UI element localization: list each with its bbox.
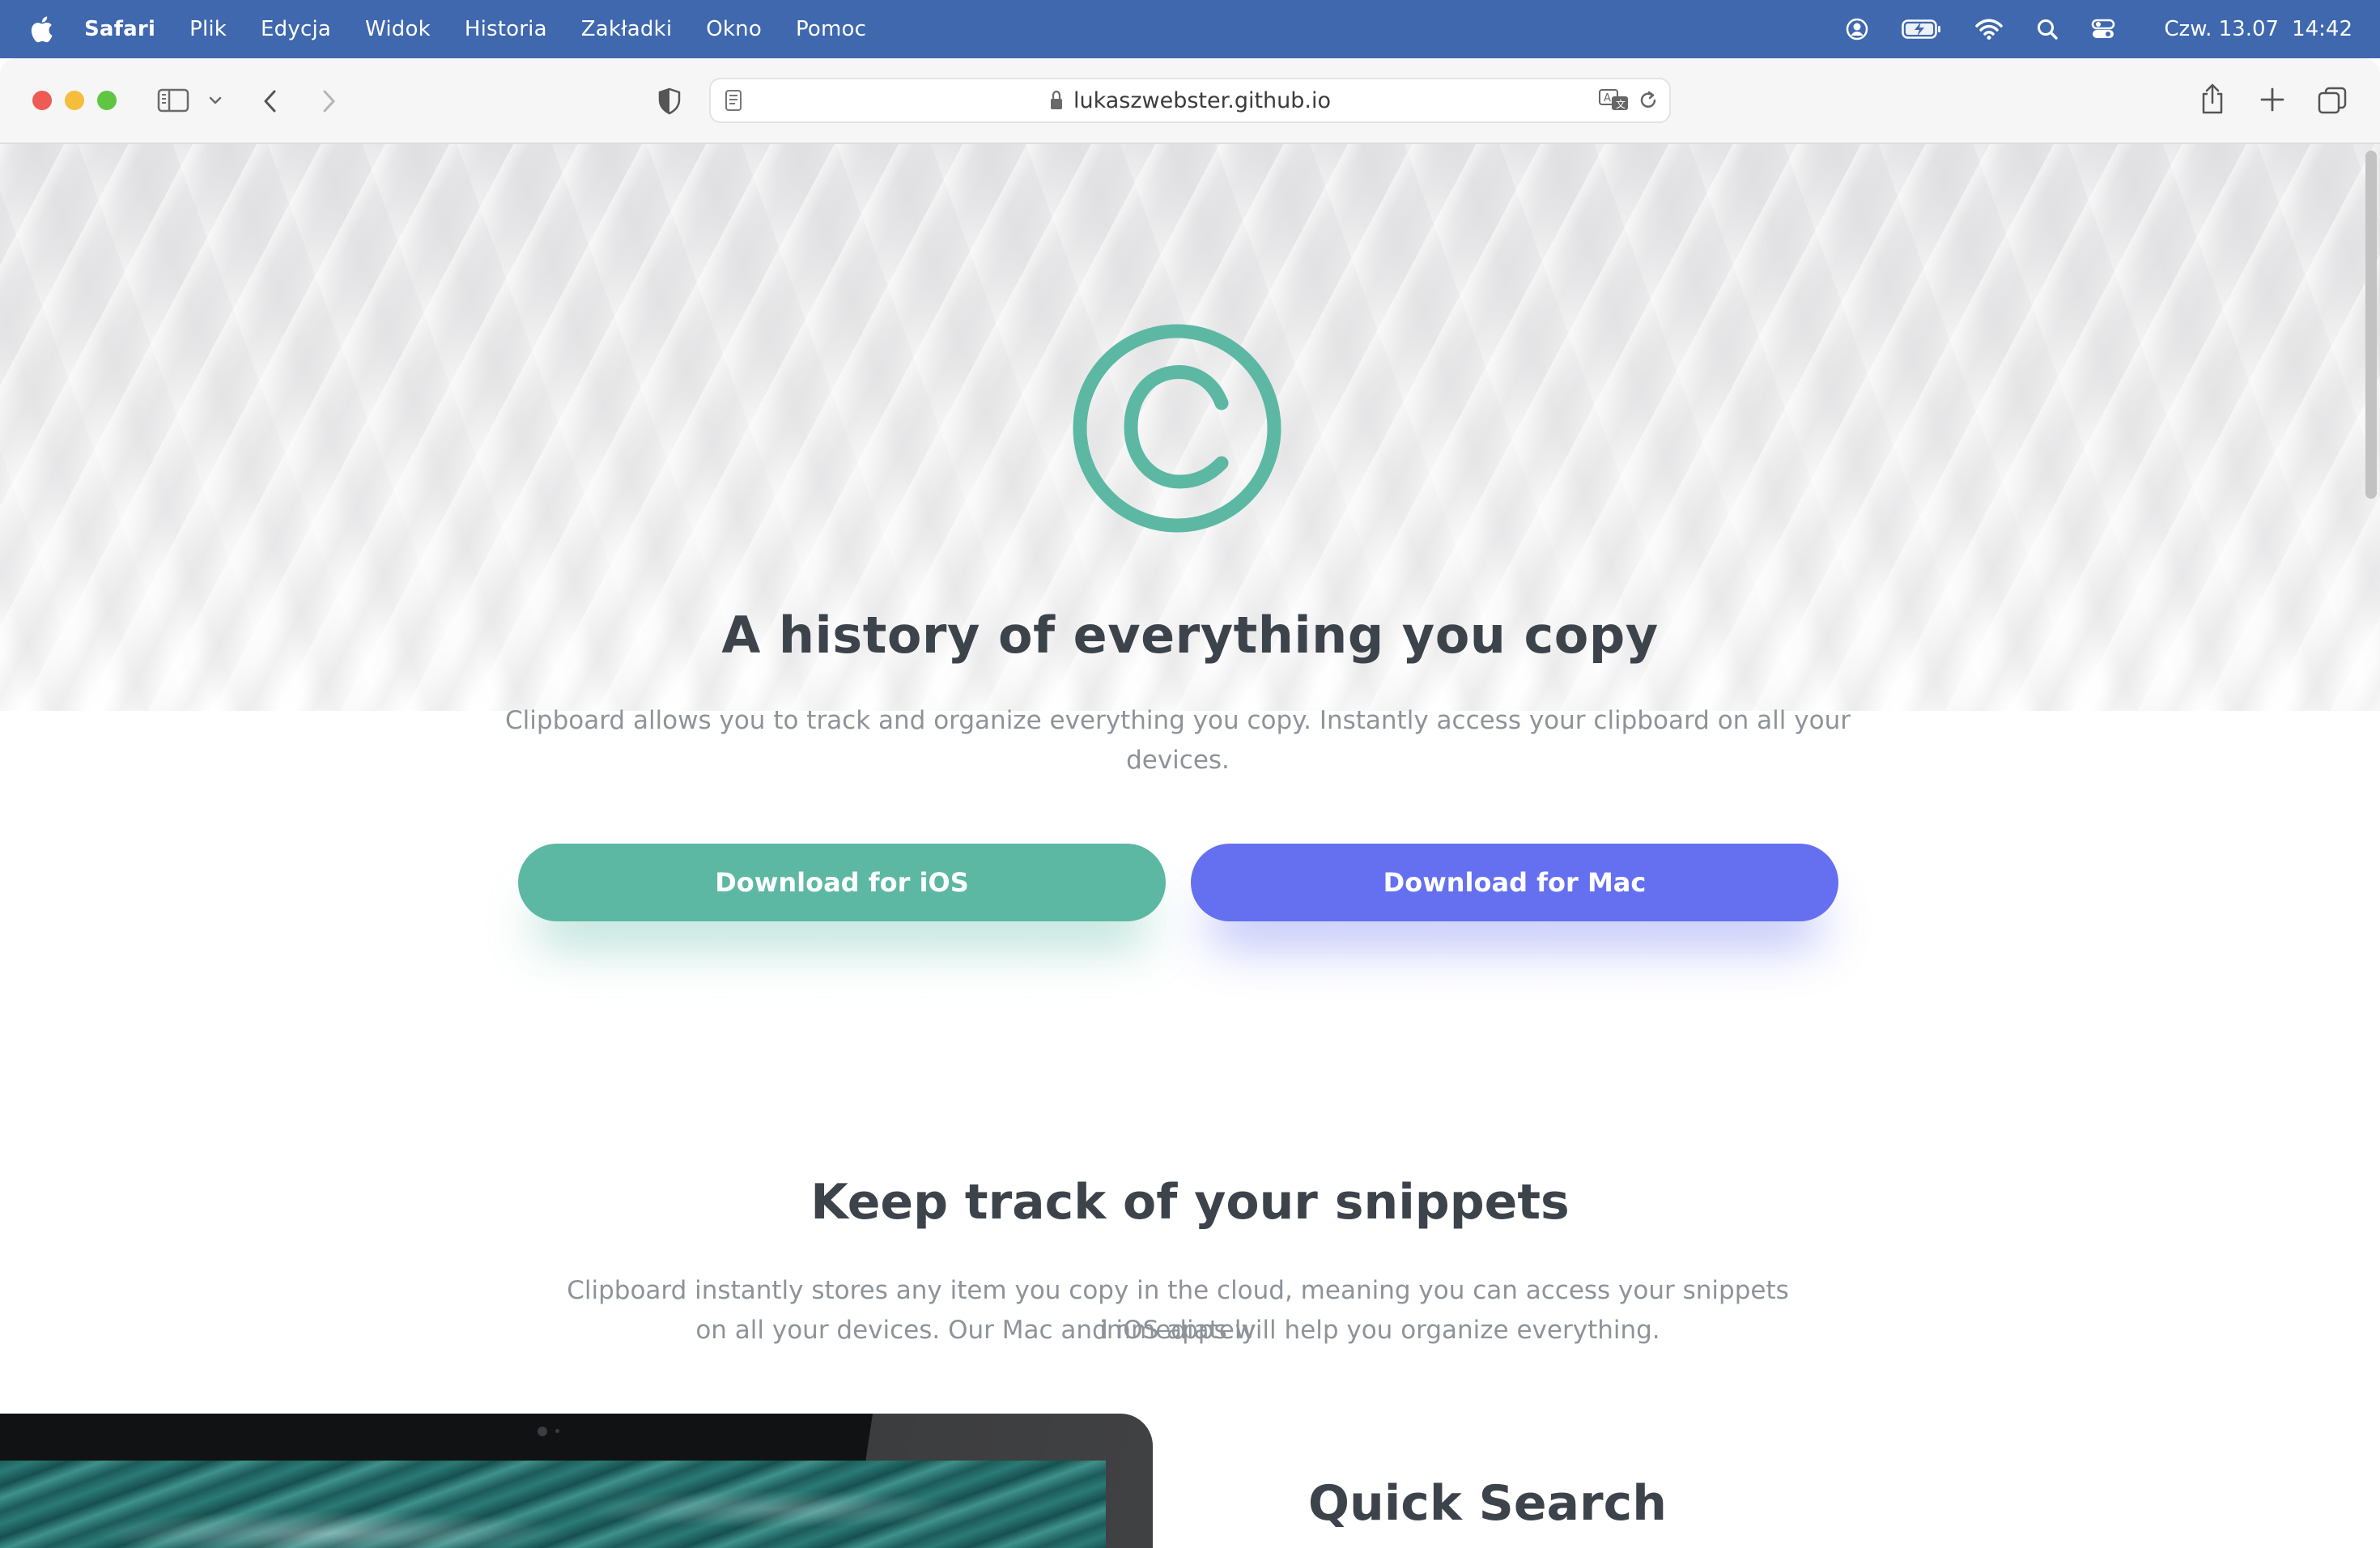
translate-icon[interactable]: A文 <box>1598 87 1630 113</box>
menu-bar: Safari Plik Edycja Widok Historia Zakład… <box>0 0 2380 58</box>
menu-pomoc[interactable]: Pomoc <box>796 17 866 41</box>
copyright-logo-icon <box>1073 324 1281 533</box>
svg-text:文: 文 <box>1616 98 1626 110</box>
hero-subtitle-line-1: Clipboard allows you to track and organi… <box>505 706 1851 735</box>
close-window-icon[interactable] <box>32 91 52 110</box>
mac-device-image <box>0 1414 1153 1548</box>
device-sensor <box>555 1429 559 1433</box>
address-bar[interactable]: lukaszwebster.github.io A文 <box>709 78 1671 123</box>
new-tab-icon[interactable] <box>2259 86 2286 113</box>
menu-app-safari[interactable]: Safari <box>84 17 155 41</box>
menu-edycja[interactable]: Edycja <box>261 17 331 41</box>
menubar-date: Czw. 13.07 <box>2164 17 2280 41</box>
share-icon[interactable] <box>2199 83 2226 115</box>
menubar-time: 14:42 <box>2292 17 2352 41</box>
web-page: A history of everything you copy Clipboa… <box>0 144 2380 1548</box>
url-text: lukaszwebster.github.io <box>1073 87 1332 113</box>
hero-subtitle-line-2: devices. <box>1126 746 1230 775</box>
quick-search-title: Quick Search <box>1308 1475 1667 1532</box>
device-camera <box>538 1427 547 1436</box>
menu-plik[interactable]: Plik <box>189 17 227 41</box>
apple-logo-icon[interactable] <box>28 13 55 45</box>
window-controls <box>32 91 130 110</box>
reload-icon[interactable] <box>1637 89 1660 112</box>
menu-okno[interactable]: Okno <box>706 17 762 41</box>
hero-title: A history of everything you copy <box>721 606 1659 665</box>
privacy-shield-icon[interactable] <box>657 87 682 115</box>
download-mac-button[interactable]: Download for Mac <box>1191 844 1838 921</box>
minimize-window-icon[interactable] <box>65 91 84 110</box>
page-scrollbar[interactable] <box>2365 151 2377 499</box>
forward-icon[interactable] <box>317 87 340 115</box>
download-ios-button[interactable]: Download for iOS <box>518 844 1166 921</box>
features-text-line-2: on all your devices. Our Mac and iOS app… <box>695 1316 1660 1345</box>
chevron-down-icon[interactable] <box>207 94 223 107</box>
menu-widok[interactable]: Widok <box>365 17 431 41</box>
lock-icon <box>1050 90 1062 109</box>
control-center-icon[interactable] <box>2091 18 2115 40</box>
spotlight-search-icon[interactable] <box>2036 18 2059 40</box>
back-icon[interactable] <box>259 87 282 115</box>
tab-overview-icon[interactable] <box>2317 86 2348 115</box>
wifi-icon[interactable] <box>1974 18 2004 40</box>
svg-text:A: A <box>1604 92 1611 104</box>
menu-zakladki[interactable]: Zakładki <box>581 17 673 41</box>
features-title: Keep track of your snippets <box>810 1174 1570 1231</box>
device-screen-wallpaper <box>0 1461 1106 1548</box>
menubar-clock[interactable]: Czw. 13.07 14:42 <box>2151 17 2352 41</box>
zoom-window-icon[interactable] <box>97 91 117 110</box>
sidebar-icon[interactable] <box>157 87 189 113</box>
menu-historia[interactable]: Historia <box>465 17 547 41</box>
user-account-icon[interactable] <box>1845 17 1869 41</box>
browser-toolbar: lukaszwebster.github.io A文 <box>0 58 2380 144</box>
battery-charging-icon[interactable] <box>1902 19 1942 40</box>
